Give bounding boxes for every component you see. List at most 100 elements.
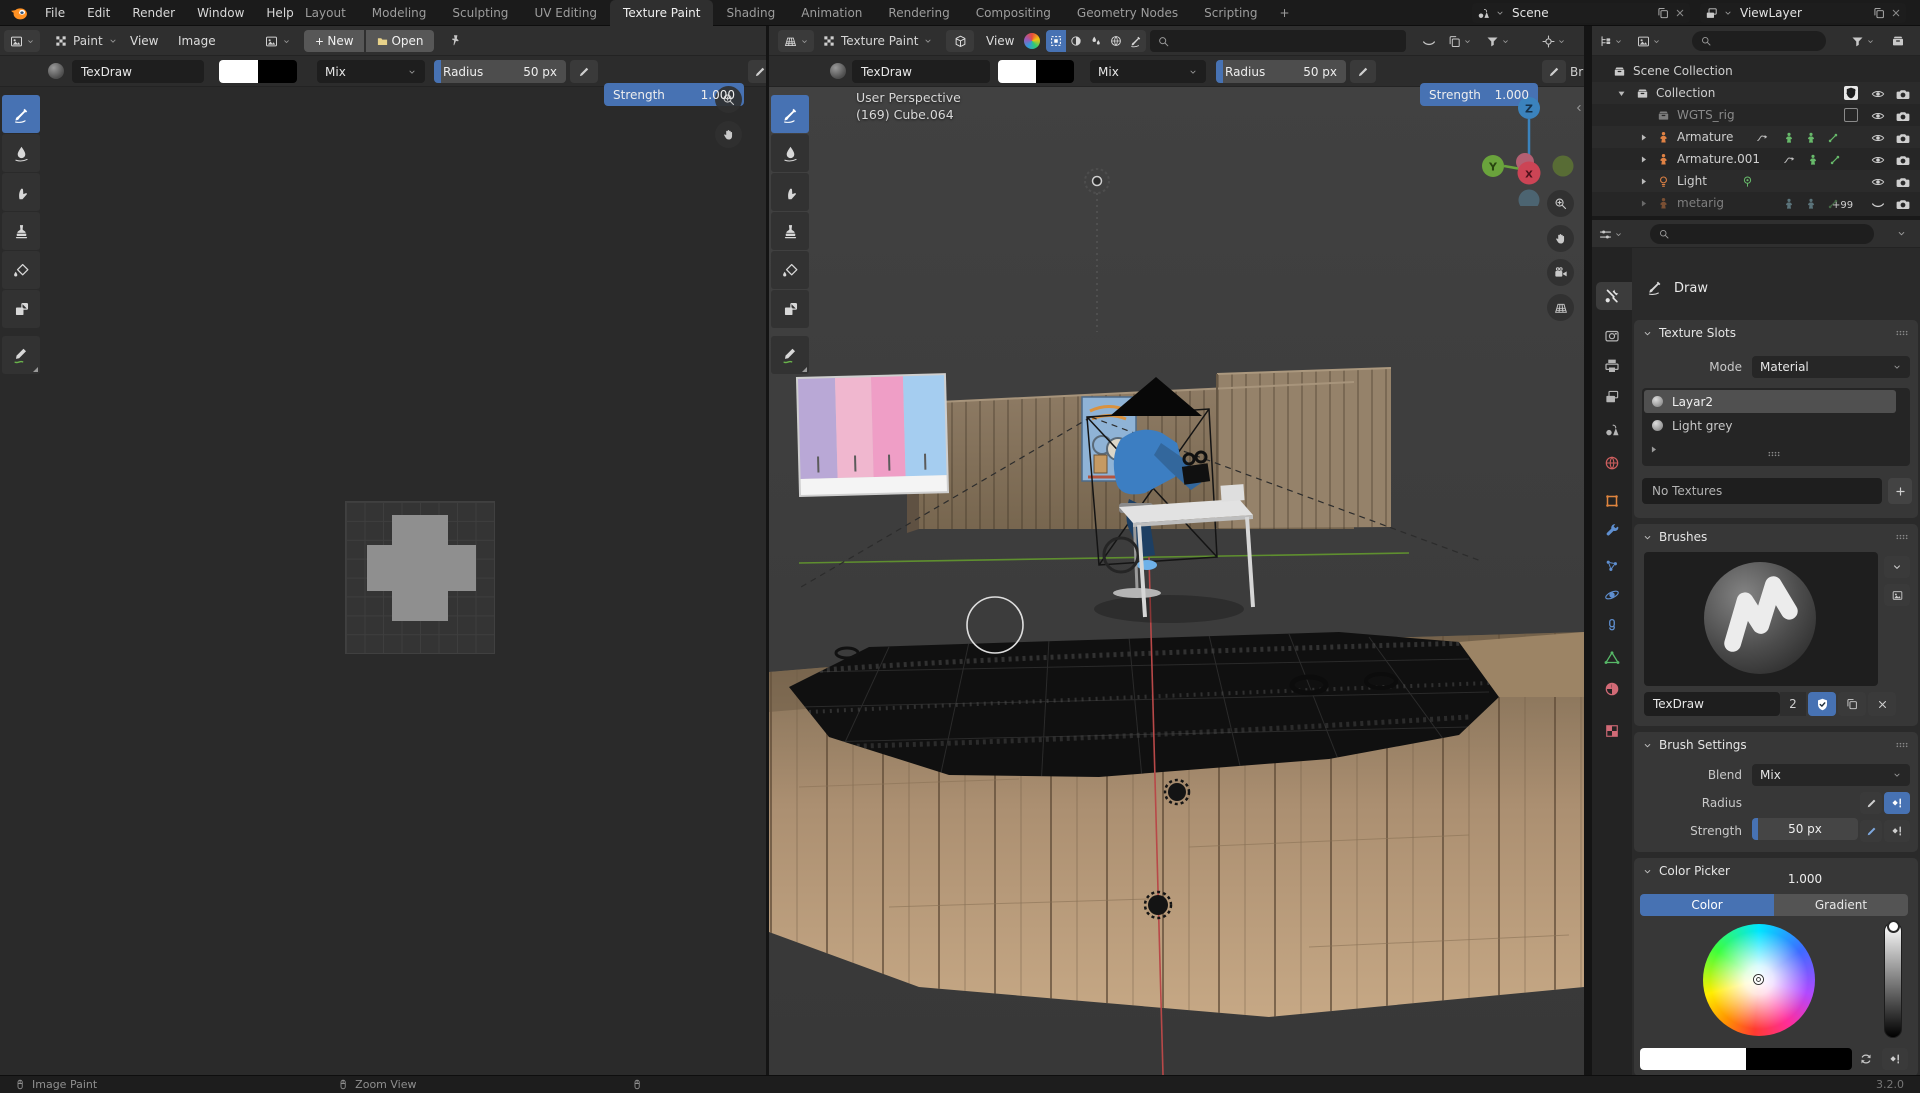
outliner-row-scene-collection[interactable]: Scene Collection [1592,60,1920,82]
tab-texture[interactable] [1603,722,1621,740]
tab-material[interactable] [1603,680,1621,698]
disclosure-triangle-icon[interactable] [1616,88,1627,99]
tool-soften[interactable] [771,134,809,172]
outliner-row-armature-001[interactable]: Armature.001 [1592,148,1920,170]
options-chevron-icon[interactable] [1896,228,1907,239]
tool-annotate[interactable] [771,336,809,374]
hide-eye-icon[interactable] [1870,86,1886,102]
brush-select-chevron-button[interactable] [1884,556,1910,578]
disclosure-triangle-icon[interactable] [1638,132,1649,143]
filter-dropdown[interactable] [1485,30,1510,52]
editor-separator[interactable] [1584,26,1592,1075]
editor-type-button[interactable] [1598,223,1623,245]
render-visibility-icon[interactable] [1895,152,1911,168]
tool-soften[interactable] [2,134,40,172]
close-icon[interactable] [1890,7,1902,19]
filter-id-dropdown[interactable] [1636,30,1661,52]
properties-search-input[interactable] [1650,224,1874,244]
show-hidden-icon[interactable] [1421,34,1437,50]
duplicate-brush-button[interactable] [1838,692,1866,716]
outliner-row-armature[interactable]: Armature [1592,126,1920,148]
tool-clone[interactable] [771,212,809,250]
brush-users-count[interactable]: 2 [1780,692,1806,716]
disclosure-triangle-icon[interactable] [1638,176,1649,187]
secondary-color-swatch[interactable] [1036,60,1074,83]
hidden-eye-closed-icon[interactable] [1870,196,1886,212]
collapse-sidebar-icon[interactable] [1573,102,1584,114]
tab-shading[interactable]: Shading [713,0,788,26]
add-texture-button[interactable] [1888,478,1912,504]
brush-icon-button[interactable] [1884,584,1910,606]
tab-physics[interactable] [1603,586,1621,604]
brush-name-field[interactable]: TexDraw [72,60,204,83]
radius-slider[interactable]: Radius 50 px [434,60,566,83]
tool-clone[interactable] [2,212,40,250]
render-visibility-icon[interactable] [1895,174,1911,190]
tab-compositing[interactable]: Compositing [963,0,1064,26]
swap-colors-icon[interactable] [1858,1051,1874,1067]
menu-view[interactable]: View [976,26,1024,56]
menu-view[interactable]: View [120,26,168,56]
radius-pressure-button[interactable] [1860,792,1882,814]
tool-annotate[interactable] [2,336,40,374]
hide-eye-icon[interactable] [1870,130,1886,146]
toggle-matcap[interactable] [1066,30,1086,52]
strength-pressure-button[interactable] [748,60,766,83]
brush-name-field[interactable]: TexDraw [1644,692,1780,716]
slot-item-selected[interactable]: Layar2 [1644,390,1896,413]
tool-fill[interactable] [771,251,809,289]
duplicate-view-layer-icon[interactable] [1872,6,1886,20]
tab-animation[interactable]: Animation [788,0,875,26]
render-visibility-icon[interactable] [1895,108,1911,124]
tool-mask[interactable] [2,290,40,328]
blend-mode-dropdown[interactable]: Mix [317,60,425,83]
tab-view-layer[interactable] [1603,388,1621,406]
color-animate-button[interactable] [1882,1048,1908,1070]
brush-name-field[interactable]: TexDraw [852,60,990,83]
blend-mode-dropdown[interactable]: Mix [1090,60,1206,83]
outliner-search-input[interactable] [1692,31,1826,51]
interaction-mode-dropdown[interactable]: Texture Paint [822,26,933,56]
menu-file[interactable]: File [34,0,76,26]
display-mode-dropdown[interactable] [1598,30,1623,52]
secondary-color-swatch[interactable] [258,60,297,83]
tab-scripting[interactable]: Scripting [1191,0,1270,26]
tab-constraints[interactable] [1603,617,1621,635]
texture-slots-panel-header[interactable]: Texture Slots [1634,320,1918,346]
render-visibility-icon[interactable] [1895,196,1911,212]
outliner-row-wgts-rig[interactable]: WGTS_rig [1592,104,1920,126]
tab-particles[interactable] [1603,557,1621,575]
overlays-dropdown[interactable] [1447,30,1472,52]
viewport-search-input[interactable] [1150,30,1406,52]
duplicate-scene-icon[interactable] [1656,6,1670,20]
paint-mode-dropdown[interactable]: Paint [46,26,126,56]
toggle-paint-droplets[interactable] [1086,30,1106,52]
add-workspace-button[interactable]: + [1271,0,1299,26]
open-image-button[interactable]: Open [366,30,434,52]
disclosure-triangle-icon[interactable] [1638,198,1649,209]
value-slider-handle[interactable] [1887,920,1900,933]
unlink-brush-button[interactable] [1868,692,1896,716]
view-layer-selector[interactable]: ViewLayer [1700,3,1906,23]
primary-color-swatch[interactable] [219,60,258,83]
camera-view-button[interactable] [1547,259,1574,286]
tab-texture-paint[interactable]: Texture Paint [610,0,713,26]
tool-mask[interactable] [771,290,809,328]
brush-preview[interactable] [1644,552,1878,686]
no-textures-field[interactable]: No Textures [1642,478,1882,504]
grip-icon[interactable] [1894,529,1910,545]
tab-render[interactable] [1603,327,1621,345]
tab-uv-editing[interactable]: UV Editing [521,0,610,26]
scene-selector[interactable]: Scene [1472,3,1690,23]
radius-slider[interactable]: Radius 50 px [1216,60,1346,83]
tab-modeling[interactable]: Modeling [359,0,440,26]
blender-logo-icon[interactable] [8,3,30,23]
hide-eye-icon[interactable] [1870,174,1886,190]
menu-image[interactable]: Image [168,26,226,56]
menu-render[interactable]: Render [121,0,186,26]
foreground-color-swatch[interactable] [1640,1048,1746,1070]
close-icon[interactable] [1674,7,1686,19]
tool-draw[interactable] [771,95,809,133]
tool-fill[interactable] [2,251,40,289]
radius-animate-button[interactable] [1884,792,1910,814]
